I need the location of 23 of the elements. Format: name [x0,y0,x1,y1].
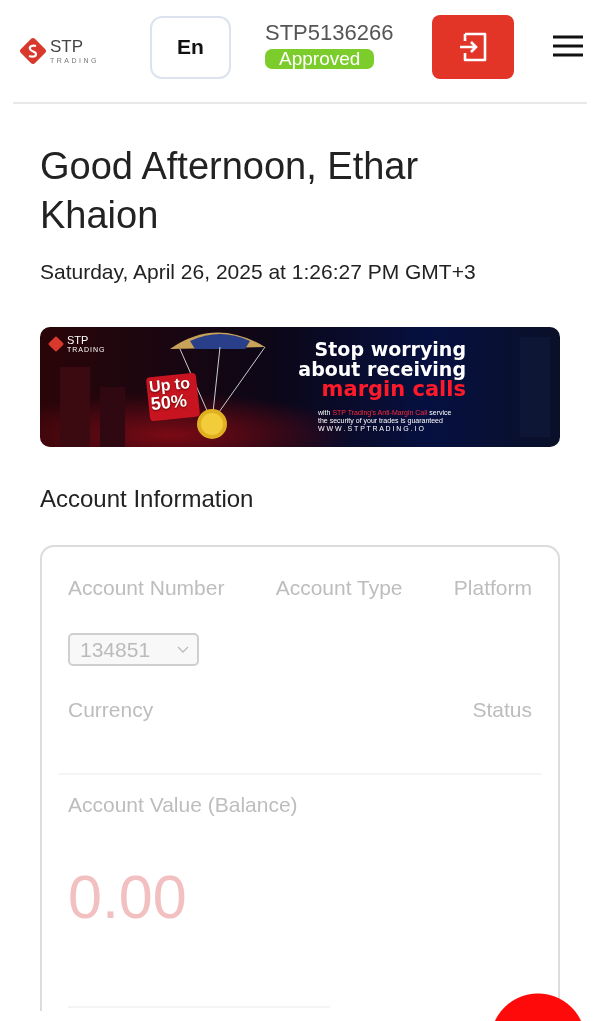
field-label: Account Value (Balance) [68,793,299,817]
field-label: Currency [68,698,154,722]
logo-icon [48,336,64,352]
banner-headline: margin calls [321,379,466,399]
section-title: Account Information [40,485,255,513]
language-button[interactable]: En [150,15,231,79]
field-label: Platform [453,576,532,600]
chevron-down-icon [177,646,189,653]
greeting-heading: Good Afternoon, Ethar Khaion [40,144,420,238]
login-icon [457,31,489,63]
field-label: Account Number [68,576,225,600]
field-label: Account Type [275,576,403,600]
status-badge: Approved [265,48,375,69]
login-button[interactable] [432,15,514,79]
date-time: Saturday, April 26, 2025 at 1:26:27 PM GMT+3 [40,260,477,284]
menu-button[interactable] [553,35,583,57]
logo-name: STP [50,38,85,55]
field-label: Status [472,698,532,722]
banner-headline: about receiving [298,359,466,379]
menu-icon [553,35,583,57]
account-id: STP5136266 [265,19,394,46]
logo-name: STP [67,335,90,346]
balance-value: 0.00 [68,862,187,932]
